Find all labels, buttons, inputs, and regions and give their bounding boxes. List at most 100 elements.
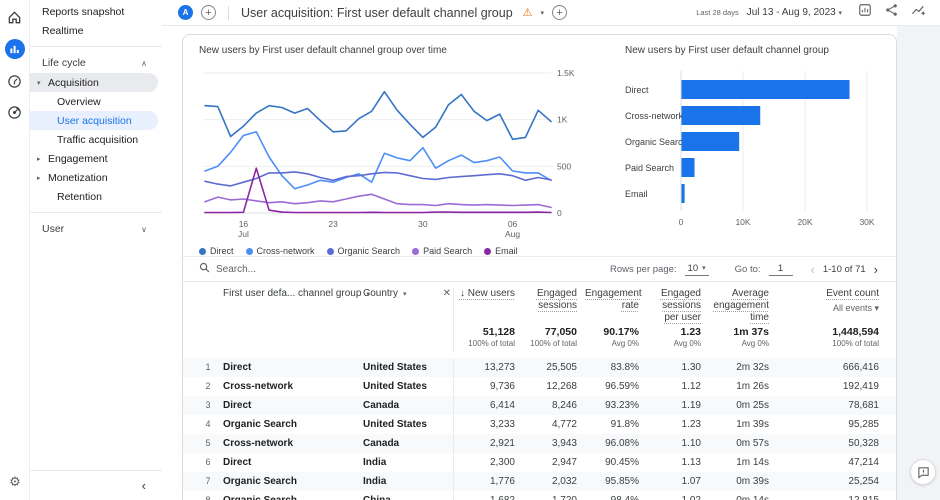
warning-caret-icon[interactable]: ▾ bbox=[541, 9, 545, 17]
insights-icon[interactable] bbox=[911, 3, 926, 22]
table-row[interactable]: 1 Direct United States 13,273 25,505 83.8% 1.3… bbox=[183, 358, 896, 377]
series-line-cross-network bbox=[204, 131, 552, 190]
cell-metric: 1.07 bbox=[681, 476, 701, 487]
date-range-picker[interactable]: Jul 13 - Aug 9, 2023 ▾ bbox=[747, 7, 842, 18]
column-header-engaged-sessions-per-user[interactable]: Engaged sessions per user bbox=[647, 288, 709, 326]
cell-metric: 6,414 bbox=[453, 396, 523, 415]
admin-gear-icon[interactable]: ⚙ bbox=[0, 474, 30, 490]
svg-text:Aug: Aug bbox=[505, 229, 520, 239]
add-filter-button[interactable]: + bbox=[552, 5, 568, 20]
cell-metric: 0m 25s bbox=[736, 400, 769, 411]
row-number: 6 bbox=[205, 457, 211, 467]
explore-icon[interactable] bbox=[6, 72, 24, 90]
sidebar-collapse-button[interactable]: ‹ bbox=[30, 470, 162, 500]
table-row[interactable]: 7 Organic Search India 1,776 2,032 95.85% 1.07… bbox=[183, 472, 896, 491]
sidebar-item-acquisition[interactable]: ▾ Acquisition bbox=[30, 73, 158, 92]
sidebar-item-overview[interactable]: Overview bbox=[30, 92, 158, 111]
sidebar-item-engagement[interactable]: ▸ Engagement bbox=[30, 149, 158, 168]
sidebar-item-user-acquisition[interactable]: User acquisition bbox=[30, 111, 158, 130]
svg-text:Jul: Jul bbox=[238, 229, 249, 239]
advertising-icon[interactable] bbox=[6, 103, 24, 121]
data-quality-warning-icon[interactable]: ⚠ bbox=[523, 6, 533, 19]
svg-text:Email: Email bbox=[625, 189, 648, 199]
column-header-event-count[interactable]: Event count All events ▾ bbox=[777, 288, 887, 326]
cell-metric: 1.30 bbox=[681, 362, 701, 373]
collapse-chevron-icon: ‹ bbox=[141, 478, 146, 493]
table-row[interactable]: 3 Direct Canada 6,414 8,246 93.23% 1.19 0m 25s 7… bbox=[183, 396, 896, 415]
svg-text:20K: 20K bbox=[797, 217, 812, 227]
sidebar-section-user[interactable]: User ∨ bbox=[30, 219, 162, 239]
next-page-icon[interactable]: › bbox=[874, 262, 878, 277]
cell-metric: 47,214 bbox=[848, 457, 879, 468]
cell-metric: 12,815 bbox=[777, 491, 887, 500]
feedback-button[interactable] bbox=[910, 459, 936, 485]
table-row[interactable]: 5 Cross-network Canada 2,921 3,943 96.08% 1.10… bbox=[183, 434, 896, 453]
add-comparison-button[interactable]: + bbox=[201, 5, 216, 20]
svg-text:1K: 1K bbox=[557, 115, 568, 125]
cell-metric: 83.8% bbox=[610, 362, 639, 373]
row-number: 2 bbox=[205, 381, 211, 391]
bar-direct bbox=[681, 80, 850, 99]
legend-item-email: Email bbox=[484, 246, 518, 256]
remove-dimension-icon[interactable]: ✕ bbox=[443, 288, 451, 300]
legend-dot-icon bbox=[326, 247, 334, 255]
goto-page-input[interactable]: 1 bbox=[768, 263, 793, 276]
chevron-down-icon: ∨ bbox=[141, 224, 147, 234]
column-header-average-engagement-time[interactable]: Average engagement time bbox=[709, 288, 777, 326]
line-chart-panel: New users by First user default channel … bbox=[183, 35, 613, 256]
search-icon bbox=[199, 260, 210, 278]
cell-metric: 25,254 bbox=[848, 476, 879, 487]
header-divider bbox=[228, 5, 229, 20]
home-icon[interactable] bbox=[6, 8, 24, 26]
sidebar-section-life-cycle[interactable]: Life cycle ∧ bbox=[30, 53, 162, 73]
row-number: 1 bbox=[205, 362, 211, 372]
search-input[interactable] bbox=[216, 263, 366, 275]
cell-channel-group: Direct bbox=[223, 457, 252, 468]
table-row[interactable]: 8 Organic SearchChina1,6821,72098.4%1.020… bbox=[183, 491, 896, 500]
column-header-engaged-sessions[interactable]: Engaged sessions bbox=[523, 288, 585, 326]
sidebar-item-retention[interactable]: Retention bbox=[30, 187, 158, 206]
cell-channel-group: Direct bbox=[223, 362, 252, 373]
customize-report-icon[interactable] bbox=[858, 3, 872, 22]
cell-channel-group: Cross-network bbox=[223, 438, 294, 449]
table-row[interactable]: 6 Direct India 2,300 2,947 90.45% 1.13 1m 14s 47… bbox=[183, 453, 896, 472]
cell-metric: 192,419 bbox=[842, 381, 879, 392]
line-chart: 0 500 1K 1.5K 16Jul 23 30 06Aug bbox=[203, 68, 575, 239]
rows-per-page-select[interactable]: 10 ▾ bbox=[684, 263, 709, 276]
legend-item-paid-search: Paid Search bbox=[412, 246, 472, 256]
cell-metric: 9,736 bbox=[453, 377, 523, 396]
cell-metric: 1.02 bbox=[647, 491, 709, 500]
bar-chart-title: New users by First user default channel … bbox=[625, 45, 829, 56]
dimension-select-country[interactable]: Country ▾ bbox=[363, 288, 407, 299]
cell-metric: 2,947 bbox=[551, 457, 577, 468]
sidebar-item-realtime[interactable]: Realtime bbox=[30, 21, 158, 40]
column-header-new-users[interactable]: ↓ New users bbox=[453, 288, 523, 326]
cell-metric: 96.08% bbox=[605, 438, 639, 449]
cell-metric: 1,682 bbox=[453, 491, 523, 500]
table-row[interactable]: 2 Cross-network United States 9,736 12,268 96… bbox=[183, 377, 896, 396]
prev-page-icon[interactable]: ‹ bbox=[811, 262, 815, 277]
column-header-engagement-rate[interactable]: Engagement rate bbox=[585, 288, 647, 326]
cell-metric: 4,772 bbox=[551, 419, 577, 430]
share-icon[interactable] bbox=[885, 3, 898, 22]
sidebar-item-monetization[interactable]: ▸ Monetization bbox=[30, 168, 158, 187]
sidebar-item-traffic-acquisition[interactable]: Traffic acquisition bbox=[30, 130, 158, 149]
bar-paid-search bbox=[681, 158, 695, 177]
cell-channel-group: Cross-network bbox=[223, 381, 294, 392]
sidebar-item-reports-snapshot[interactable]: Reports snapshot bbox=[30, 2, 158, 21]
totals-cell: 1,448,594 100% of total bbox=[832, 326, 879, 348]
svg-text:0: 0 bbox=[557, 208, 562, 218]
cell-metric: 1,720 bbox=[523, 491, 585, 500]
cell-metric: 96.59% bbox=[605, 381, 639, 392]
property-avatar[interactable]: A bbox=[178, 5, 193, 20]
event-count-type-select[interactable]: All events ▾ bbox=[777, 302, 879, 314]
cell-country: Canada bbox=[363, 400, 400, 411]
cell-country: India bbox=[363, 476, 387, 487]
svg-text:06: 06 bbox=[508, 219, 518, 229]
reports-icon[interactable] bbox=[4, 39, 25, 59]
caret-down-icon: ▾ bbox=[37, 79, 41, 87]
cell-metric: 8,246 bbox=[551, 400, 577, 411]
dimension-select-channel-group[interactable]: First user defa... channel group ▾ bbox=[223, 288, 370, 299]
cell-country: Canada bbox=[363, 438, 400, 449]
table-row[interactable]: 4 Organic Search United States 3,233 4,772 91… bbox=[183, 415, 896, 434]
